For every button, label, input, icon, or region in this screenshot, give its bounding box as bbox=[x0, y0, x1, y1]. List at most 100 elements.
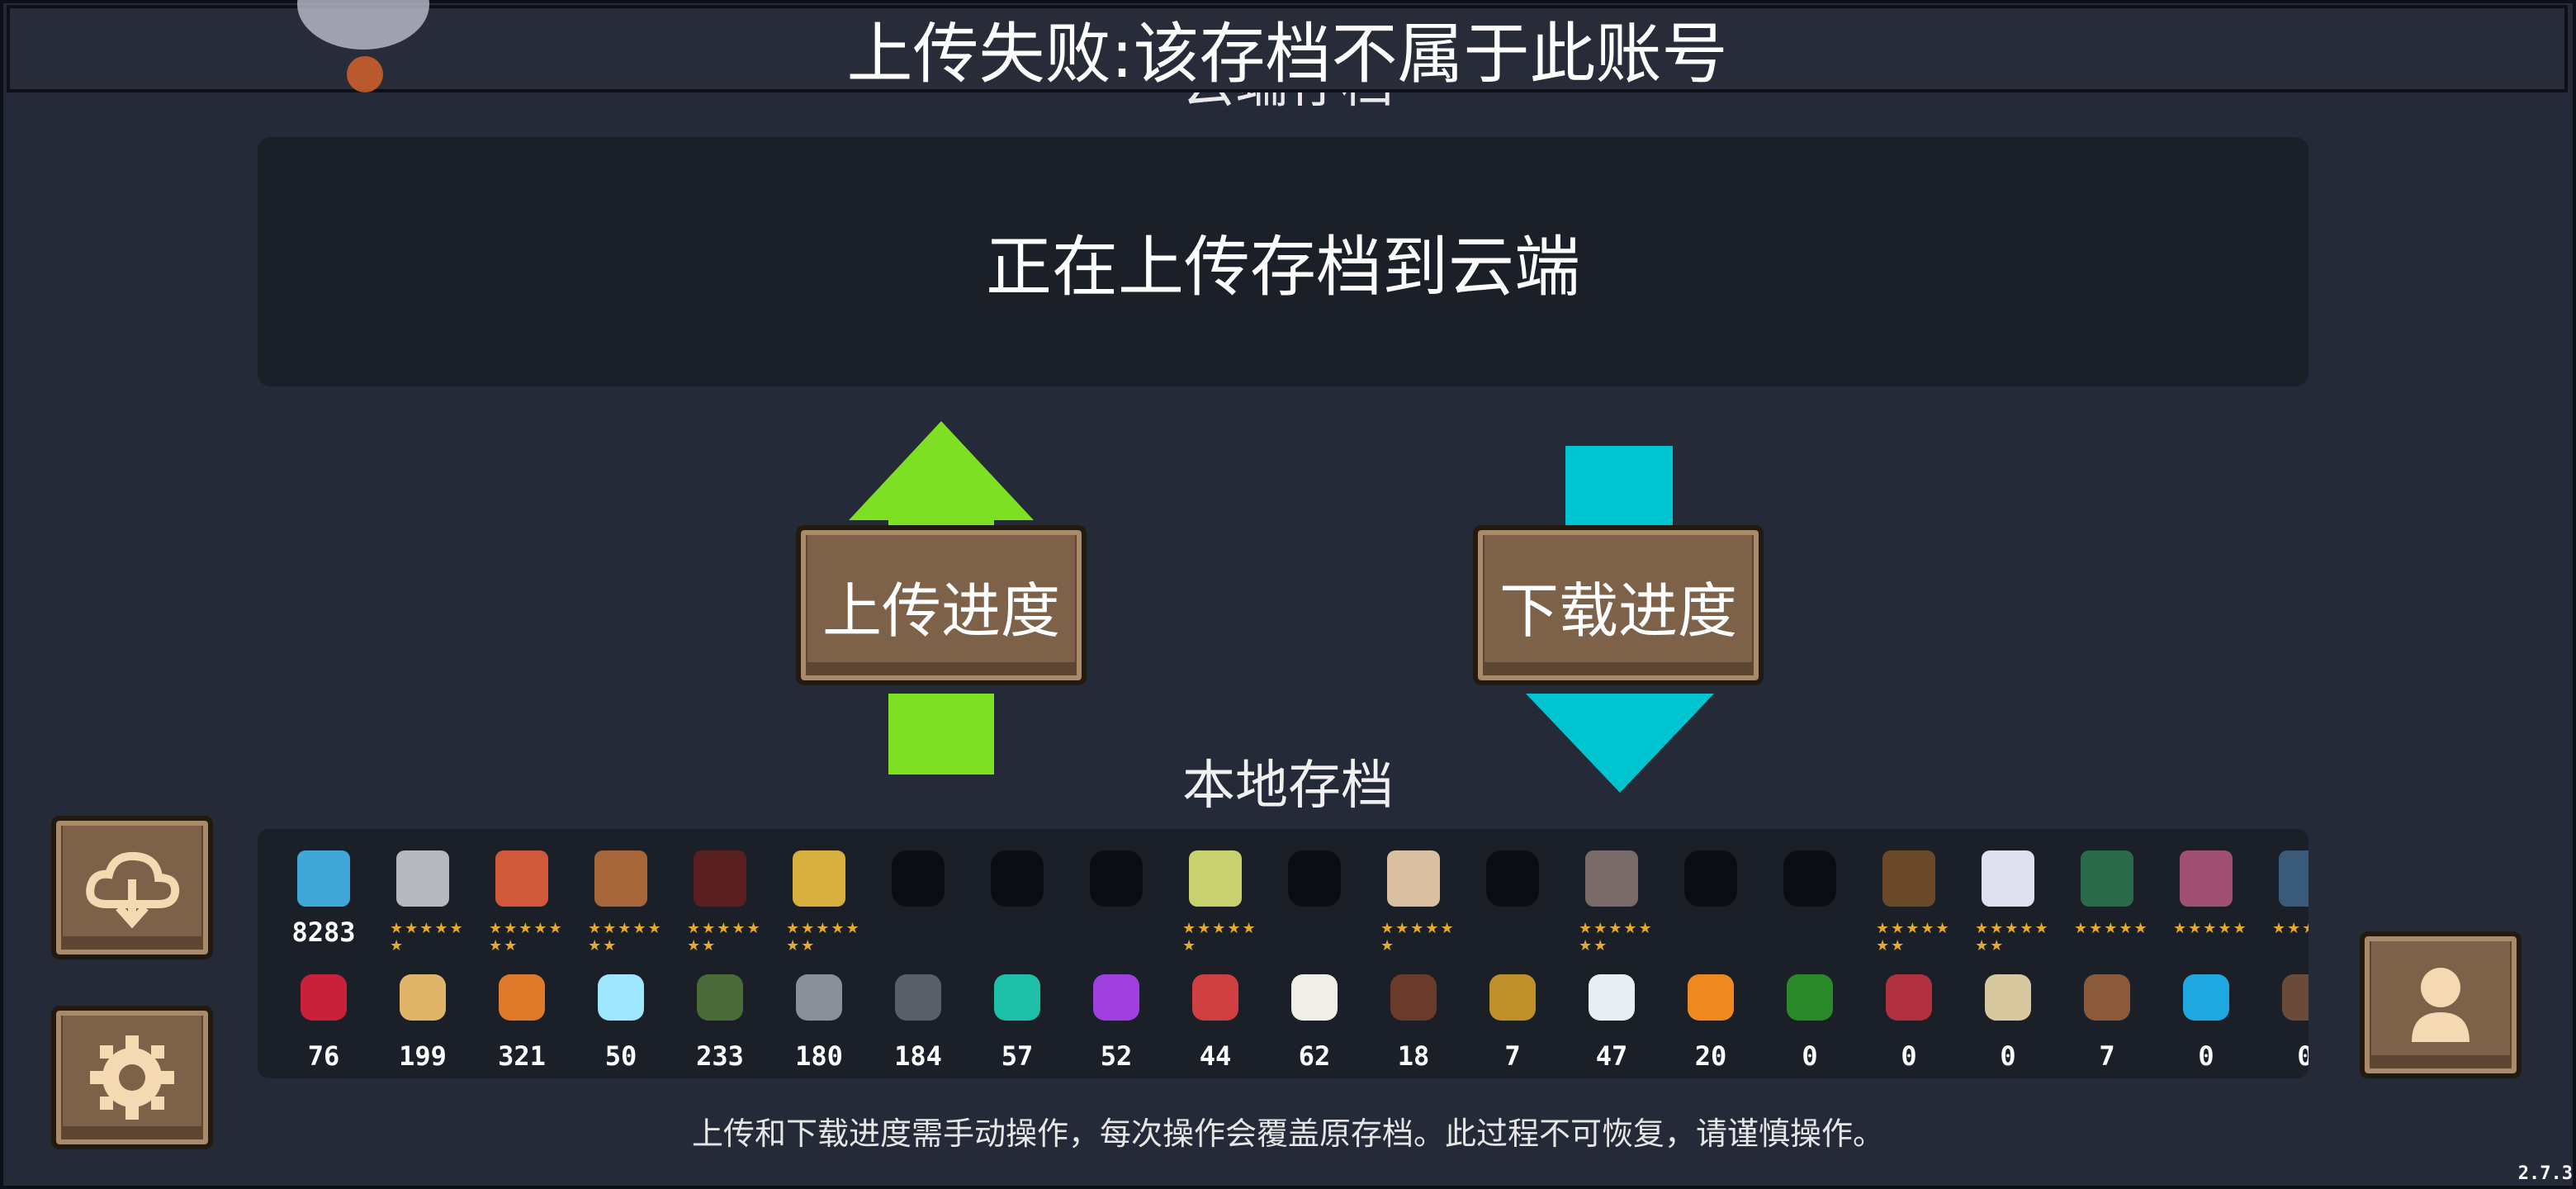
character-slot bbox=[968, 844, 1067, 951]
material-slot: 7 bbox=[1463, 968, 1562, 1075]
machine-sprite-icon bbox=[2081, 850, 2133, 907]
material-slot: 52 bbox=[1067, 968, 1166, 1075]
character-slot bbox=[1463, 844, 1562, 951]
meat-icon bbox=[1390, 974, 1437, 1021]
assassin-sprite-icon bbox=[694, 850, 746, 907]
scroll-icon bbox=[1985, 974, 2031, 1021]
material-slot: 50 bbox=[571, 968, 670, 1075]
material-count: 321 bbox=[498, 1040, 546, 1072]
character-slot bbox=[1265, 844, 1364, 951]
material-count: 0 bbox=[2000, 1040, 2016, 1072]
necromancer-sprite-icon bbox=[1585, 850, 1638, 907]
character-slot: ★★★★★ ★ bbox=[1166, 844, 1265, 955]
iron-ore-icon bbox=[796, 974, 842, 1021]
character-row: 8283 ★★★★★ ★ ★★★★★ ★★ ★★★★★ ★★ ★★★★★ ★★ ★★★★★… bbox=[274, 844, 2308, 955]
material-count: 7 bbox=[2099, 1040, 2115, 1072]
rogue-sprite-icon bbox=[495, 850, 548, 907]
local-save-title: 本地存档 bbox=[1182, 756, 1394, 817]
material-count: 76 bbox=[307, 1040, 340, 1072]
material-slot: 180 bbox=[769, 968, 869, 1075]
material-count: 44 bbox=[1199, 1040, 1232, 1072]
material-row: 76 199 321 50 233 180 184 57 52 44 62 18 7 47 20 0 0 0 7 0 0 bbox=[274, 968, 2308, 1075]
character-stars: ★★★★★ ★★ bbox=[588, 920, 663, 955]
locked-silhouette-icon bbox=[1090, 850, 1143, 907]
locked-silhouette-icon bbox=[1684, 850, 1737, 907]
engineer-sprite-icon bbox=[793, 850, 845, 907]
material-count: 50 bbox=[604, 1040, 637, 1072]
material-count: 184 bbox=[894, 1040, 942, 1072]
teal-crystal-icon bbox=[994, 974, 1040, 1021]
notification-dot bbox=[347, 56, 383, 92]
locked-silhouette-icon bbox=[991, 850, 1044, 907]
material-count: 0 bbox=[2198, 1040, 2214, 1072]
locked-silhouette-icon bbox=[1783, 850, 1836, 907]
character-stars: ★★★★★ bbox=[2074, 920, 2149, 937]
upload-progress-button[interactable]: 上传进度 bbox=[796, 525, 1087, 685]
material-count: 180 bbox=[795, 1040, 843, 1072]
upload-button-label: 上传进度 bbox=[822, 576, 1060, 646]
character-slot: ★★★★★ ★★ bbox=[769, 844, 869, 955]
material-slot: 199 bbox=[373, 968, 472, 1075]
battery-icon bbox=[697, 974, 743, 1021]
character-slot: ★★★★★ ★ bbox=[1364, 844, 1463, 955]
material-count: 233 bbox=[696, 1040, 744, 1072]
cloud-status-panel: 正在上传存档到云端 bbox=[258, 137, 2308, 386]
wood-plank-icon bbox=[400, 974, 446, 1021]
material-count: 199 bbox=[399, 1040, 447, 1072]
feather-icon bbox=[1589, 974, 1635, 1021]
material-count: 20 bbox=[1694, 1040, 1727, 1072]
character-slot: ★★★★★ bbox=[2157, 844, 2256, 951]
character-stars: ★★★★★ bbox=[2173, 920, 2248, 937]
ore-icon bbox=[499, 974, 545, 1021]
cloud-status-text: 正在上传存档到云端 bbox=[986, 229, 1580, 306]
material-count: 57 bbox=[1001, 1040, 1034, 1072]
character-stars: ★★★★★ ★★ bbox=[1975, 920, 2050, 955]
character-slot: ★★★★★ bbox=[2057, 844, 2157, 951]
ice-crystal-icon bbox=[598, 974, 644, 1021]
material-slot: 0 bbox=[1958, 968, 2057, 1075]
character-stars: ★★★★★ ★ bbox=[390, 920, 465, 955]
material-slot: 62 bbox=[1265, 968, 1364, 1075]
character-slot bbox=[1661, 844, 1760, 951]
character-stars: ★★★★★ ★★ bbox=[1876, 920, 1951, 955]
material-slot: 20 bbox=[1661, 968, 1760, 1075]
wizard-sprite-icon bbox=[594, 850, 647, 907]
cloud-sync-button[interactable] bbox=[51, 816, 213, 959]
gem-count: 8283 bbox=[291, 917, 356, 948]
fire-crystal-icon bbox=[1688, 974, 1734, 1021]
warning-note: 上传和下载进度需手动操作，每次操作会覆盖原存档。此过程不可恢复，请谨慎操作。 bbox=[691, 1116, 1884, 1152]
book-sprite-icon bbox=[2180, 850, 2233, 907]
material-count: 0 bbox=[1901, 1040, 1917, 1072]
material-count: 62 bbox=[1298, 1040, 1331, 1072]
character-slot bbox=[1760, 844, 1859, 951]
material-slot: 7 bbox=[2057, 968, 2157, 1075]
user-icon bbox=[2412, 968, 2469, 1042]
material-count: 18 bbox=[1397, 1040, 1430, 1072]
material-count: 47 bbox=[1595, 1040, 1628, 1072]
character-slot: ★★★ bbox=[2256, 844, 2308, 951]
character-slot: ★★★★★ ★★ bbox=[571, 844, 670, 955]
character-slot: ★★★★★ ★★ bbox=[1859, 844, 1958, 955]
version-label: 2.7.3 bbox=[2517, 1163, 2573, 1184]
material-slot: 0 bbox=[1760, 968, 1859, 1075]
material-count: 0 bbox=[1802, 1040, 1818, 1072]
toolkit-icon bbox=[1787, 974, 1833, 1021]
account-button[interactable] bbox=[2360, 931, 2522, 1078]
toast-message: 上传失败:该存档不属于此账号 bbox=[846, 16, 1728, 92]
locked-silhouette-icon bbox=[892, 850, 945, 907]
material-slot: 76 bbox=[274, 968, 373, 1075]
character-stars: ★★★ bbox=[2272, 920, 2308, 937]
character-slot: 8283 bbox=[274, 844, 373, 951]
download-button-label: 下载进度 bbox=[1499, 576, 1737, 646]
material-count: 7 bbox=[1504, 1040, 1521, 1072]
character-stars: ★★★★★ ★★ bbox=[687, 920, 762, 955]
character-slot bbox=[869, 844, 968, 951]
chip-icon bbox=[1192, 974, 1238, 1021]
character-slot: ★★★★★ ★★ bbox=[670, 844, 769, 955]
red-crystal-icon bbox=[301, 974, 347, 1021]
material-slot: 47 bbox=[1562, 968, 1661, 1075]
download-progress-button[interactable]: 下载进度 bbox=[1473, 525, 1764, 685]
material-slot: 0 bbox=[2256, 968, 2308, 1075]
horn-icon bbox=[1489, 974, 1536, 1021]
taoist-sprite-icon bbox=[1982, 850, 2034, 907]
